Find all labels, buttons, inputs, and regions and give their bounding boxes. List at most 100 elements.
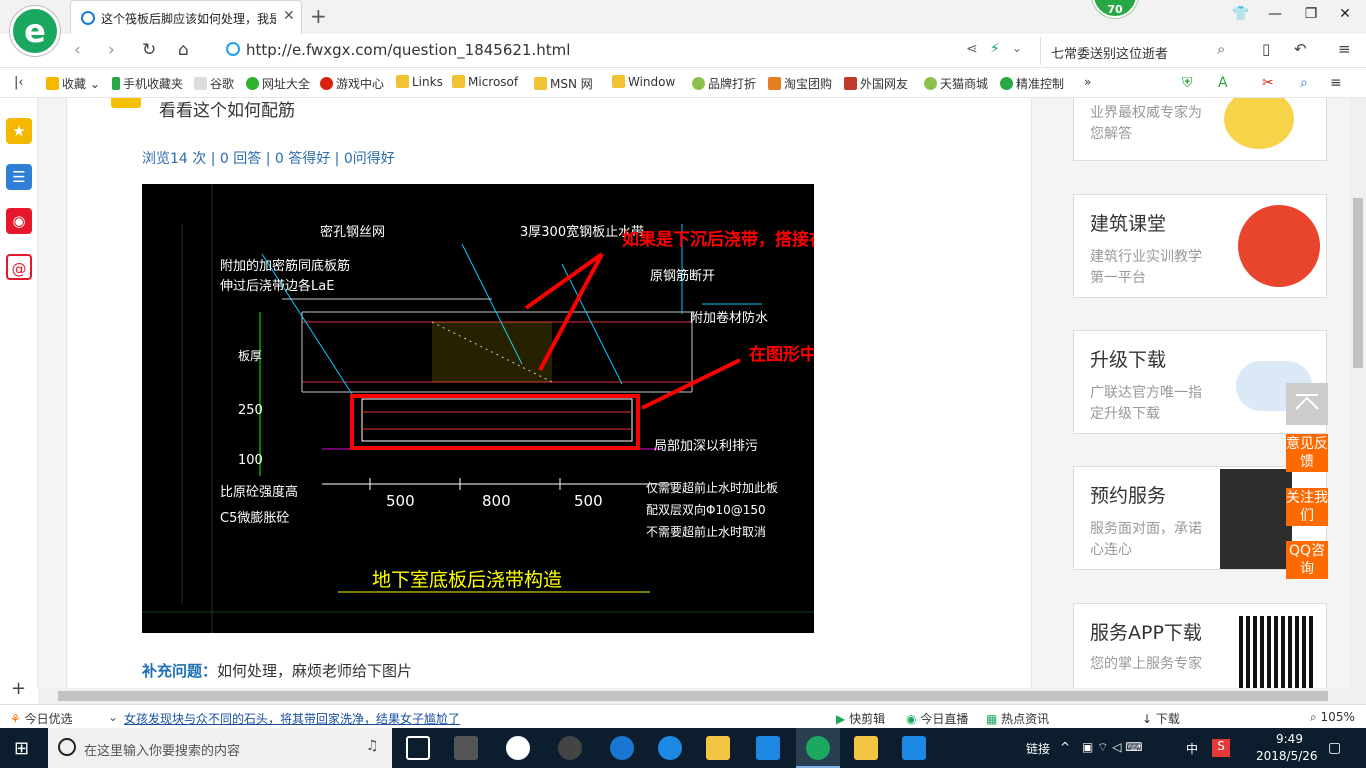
browser-logo[interactable]: e [10, 6, 60, 56]
app-icon[interactable] [902, 736, 926, 760]
zoom-level[interactable]: ⌕ 105% [1310, 710, 1355, 725]
shield-icon[interactable]: ⛨ [1182, 75, 1193, 91]
question-title: 看看这个如何配筋 [159, 101, 295, 121]
windows-start-icon[interactable]: ⊞ [14, 738, 29, 759]
status-item[interactable]: ▶ 快剪辑 [836, 710, 885, 727]
favorites-star-icon[interactable]: ★ [6, 118, 32, 144]
app-icon[interactable] [454, 736, 478, 760]
edge-icon[interactable] [610, 736, 634, 760]
status-item[interactable]: ↓ 下载 [1142, 710, 1180, 727]
vertical-scrollbar[interactable] [1350, 98, 1366, 688]
cad-label: 伸过后浇带边各LaE [220, 278, 334, 294]
bookmark-item[interactable]: 精准控制 [1000, 75, 1064, 92]
minimize-button[interactable]: — [1260, 6, 1290, 22]
bookmark-item[interactable]: 淘宝团购 [768, 75, 832, 92]
cad-drawing[interactable]: 密孔钢丝网 3厚300宽钢板止水带 附加的加密筋同底板筋 伸过后浇带边各LaE … [142, 184, 814, 633]
phone-icon[interactable]: ▯ [1262, 40, 1270, 58]
cad-dimension: 500 [386, 492, 415, 510]
search-icon[interactable]: ⌕ [1217, 40, 1225, 58]
file-explorer-icon[interactable] [706, 736, 730, 760]
browser-tab[interactable]: 这个筏板后脚应该如何处理，我是 ✕ [70, 0, 302, 34]
more-bookmarks-icon[interactable]: » [1084, 75, 1091, 89]
bookmark-item[interactable]: 天猫商城 [924, 75, 988, 92]
browser-task-icon [806, 736, 830, 760]
cad-label: 局部加深以利排污 [654, 439, 758, 454]
bookmark-item[interactable]: 网址大全 [246, 75, 310, 92]
active-browser-task[interactable] [796, 728, 840, 768]
bookmark-item[interactable]: 品牌打折 [692, 75, 756, 92]
share-icon[interactable]: ⋖ [966, 41, 978, 57]
weibo-icon[interactable]: ◉ [6, 208, 32, 234]
tray-link-label[interactable]: 链接 [1026, 740, 1050, 757]
feedback-button[interactable]: 意见反馈 [1286, 434, 1328, 472]
reader-icon[interactable]: ☰ [6, 164, 32, 190]
status-item[interactable]: ▦ 热点资讯 [986, 710, 1049, 727]
cad-label: 不需要超前止水时取消 [646, 524, 766, 539]
horizontal-scrollbar[interactable] [38, 688, 1366, 704]
close-window-button[interactable]: ✕ [1330, 6, 1360, 22]
refresh-icon[interactable]: ↻ [142, 40, 156, 60]
chevron-down-icon[interactable]: ⌄ [1012, 41, 1022, 55]
glodon-icon[interactable] [756, 736, 780, 760]
address-bar[interactable]: http://e.fwxgx.com/question_1845621.html… [222, 37, 1032, 65]
bookmark-item[interactable]: Microsof [452, 75, 518, 89]
status-item[interactable]: ◉ 今日直播 [906, 710, 968, 727]
menu-icon[interactable]: ≡ [1338, 40, 1351, 58]
tray-icons[interactable]: ▣ ⌔ ◁ ⌨ [1082, 740, 1143, 755]
search-box[interactable]: 七常委送别这位逝者 ⌕ [1040, 37, 1240, 65]
question-stats[interactable]: 浏览14 次 | 0 回答 | 0 答得好 | 0问得好 [142, 148, 395, 168]
tray-chevron-icon[interactable]: ^ [1060, 740, 1070, 754]
bookmark-item[interactable]: 外国网友 [844, 75, 908, 92]
internet-explorer-icon[interactable] [658, 736, 682, 760]
notification-center-icon[interactable]: ▢ [1328, 740, 1341, 756]
back-to-top-button[interactable] [1286, 383, 1328, 425]
add-sidebar-icon[interactable]: + [11, 678, 26, 699]
restore-button[interactable]: ❐ [1296, 6, 1326, 22]
follow-button[interactable]: 关注我们 [1286, 488, 1328, 526]
ie-browser-icon[interactable] [506, 736, 530, 760]
microphone-icon[interactable]: ♫ [366, 738, 379, 754]
more-tools-icon[interactable]: ≡ [1330, 75, 1342, 91]
bookmark-item[interactable]: Links [396, 75, 443, 89]
vertical-scroll-thumb[interactable] [1353, 198, 1363, 368]
notes-icon[interactable] [854, 736, 878, 760]
bookmark-item[interactable]: MSN 网 [534, 75, 593, 92]
news-ticker-link[interactable]: 女孩发现块与众不同的石头，将其带回家洗净，结果女子尴尬了 [124, 710, 460, 727]
sogou-ime-icon[interactable]: S [1212, 739, 1230, 757]
email-icon[interactable]: @ [6, 254, 32, 280]
expert-card[interactable]: 业界最权威专家为您解答 [1073, 98, 1327, 161]
notification-badge[interactable]: 70 [1092, 0, 1138, 18]
close-tab-icon[interactable]: ✕ [283, 8, 295, 24]
horizontal-scroll-thumb[interactable] [58, 691, 1328, 701]
undo-icon[interactable]: ↶ [1294, 40, 1307, 58]
page-content: 看看这个如何配筋 浏览14 次 | 0 回答 | 0 答得好 | 0问得好 密孔… [38, 98, 1366, 688]
bookmark-item[interactable]: 谷歌 [194, 75, 234, 92]
search-input[interactable]: 七常委送别这位逝者 [1051, 43, 1168, 62]
magnifier-icon[interactable]: ⌕ [1300, 75, 1308, 91]
taskbar-search-input[interactable]: 在这里输入你要搜索的内容 [84, 740, 240, 759]
course-card[interactable]: 建筑课堂 建筑行业实训教学第一平台 [1073, 194, 1327, 298]
collapse-sidebar-icon[interactable]: |‹ [14, 75, 24, 90]
bookmark-item[interactable]: 游戏中心 [320, 75, 384, 92]
qq-consult-button[interactable]: QQ咨询 [1286, 541, 1328, 579]
app-download-card[interactable]: 服务APP下载 您的掌上服务专家 [1073, 603, 1327, 688]
lightning-icon[interactable]: ⚡ [990, 41, 1000, 57]
bookmark-item[interactable]: Window [612, 75, 675, 89]
back-icon[interactable]: ‹ [74, 40, 81, 60]
cad-label: 附加卷材防水 [690, 310, 768, 326]
task-view-icon[interactable] [406, 736, 430, 760]
forward-icon[interactable]: › [108, 40, 115, 60]
home-icon[interactable]: ⌂ [178, 40, 189, 60]
bookmark-item[interactable]: 收藏 ⌄ [46, 75, 100, 92]
today-picks[interactable]: ⚘ 今日优选 [10, 710, 73, 727]
shirt-icon[interactable]: 👕 [1226, 6, 1256, 22]
taskbar-search[interactable]: 在这里输入你要搜索的内容 ♫ [48, 728, 392, 768]
scissors-icon[interactable]: ✂ [1262, 75, 1274, 91]
translate-icon[interactable]: A [1218, 75, 1228, 91]
question-card: 看看这个如何配筋 浏览14 次 | 0 回答 | 0 答得好 | 0问得好 密孔… [66, 98, 1032, 688]
bookmark-item[interactable]: 手机收藏夹 [112, 75, 183, 92]
ime-indicator[interactable]: 中 [1186, 740, 1198, 757]
course-desc: 建筑行业实训教学第一平台 [1090, 249, 1202, 286]
app-icon[interactable] [558, 736, 582, 760]
new-tab-button[interactable]: + [310, 4, 327, 28]
